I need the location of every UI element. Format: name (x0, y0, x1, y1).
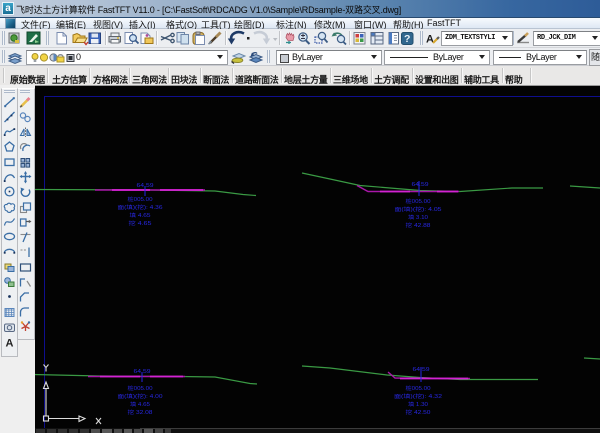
svg-text:桩005.00: 桩005.00 (128, 384, 153, 392)
svg-text:填 1.30: 填 1.30 (408, 400, 428, 408)
svg-text:64.59: 64.59 (413, 367, 430, 373)
svg-text:填 3.10: 填 3.10 (408, 213, 428, 221)
svg-text:?: ? (404, 33, 410, 45)
svg-text:64.59: 64.59 (137, 183, 154, 189)
svg-text:A: A (6, 338, 14, 350)
svg-text:挖 32.08: 挖 32.08 (128, 408, 153, 416)
svg-text:64.59: 64.59 (412, 182, 429, 188)
svg-text:面(填)(挖): 4.36: 面(填)(挖): 4.36 (118, 203, 163, 211)
svg-text:A: A (426, 34, 434, 46)
svg-text:桩005.00: 桩005.00 (406, 197, 431, 205)
svg-text:64.59: 64.59 (134, 369, 151, 375)
svg-text:面(填)(挖): 4.05: 面(填)(挖): 4.05 (395, 205, 442, 213)
svg-text:挖 4.65: 挖 4.65 (129, 219, 152, 227)
svg-text:挖 42.50: 挖 42.50 (406, 408, 431, 416)
svg-text:面(填)(挖): 4.32: 面(填)(挖): 4.32 (394, 392, 442, 400)
svg-text:桩005.00: 桩005.00 (128, 195, 153, 203)
svg-text:填 4.65: 填 4.65 (130, 400, 150, 408)
svg-text:桩005.00: 桩005.00 (406, 384, 431, 392)
svg-text:填 4.65: 填 4.65 (130, 211, 151, 219)
svg-text:挖 42.88: 挖 42.88 (406, 221, 431, 229)
svg-text:面(填)(挖): 4.00: 面(填)(挖): 4.00 (118, 392, 163, 400)
